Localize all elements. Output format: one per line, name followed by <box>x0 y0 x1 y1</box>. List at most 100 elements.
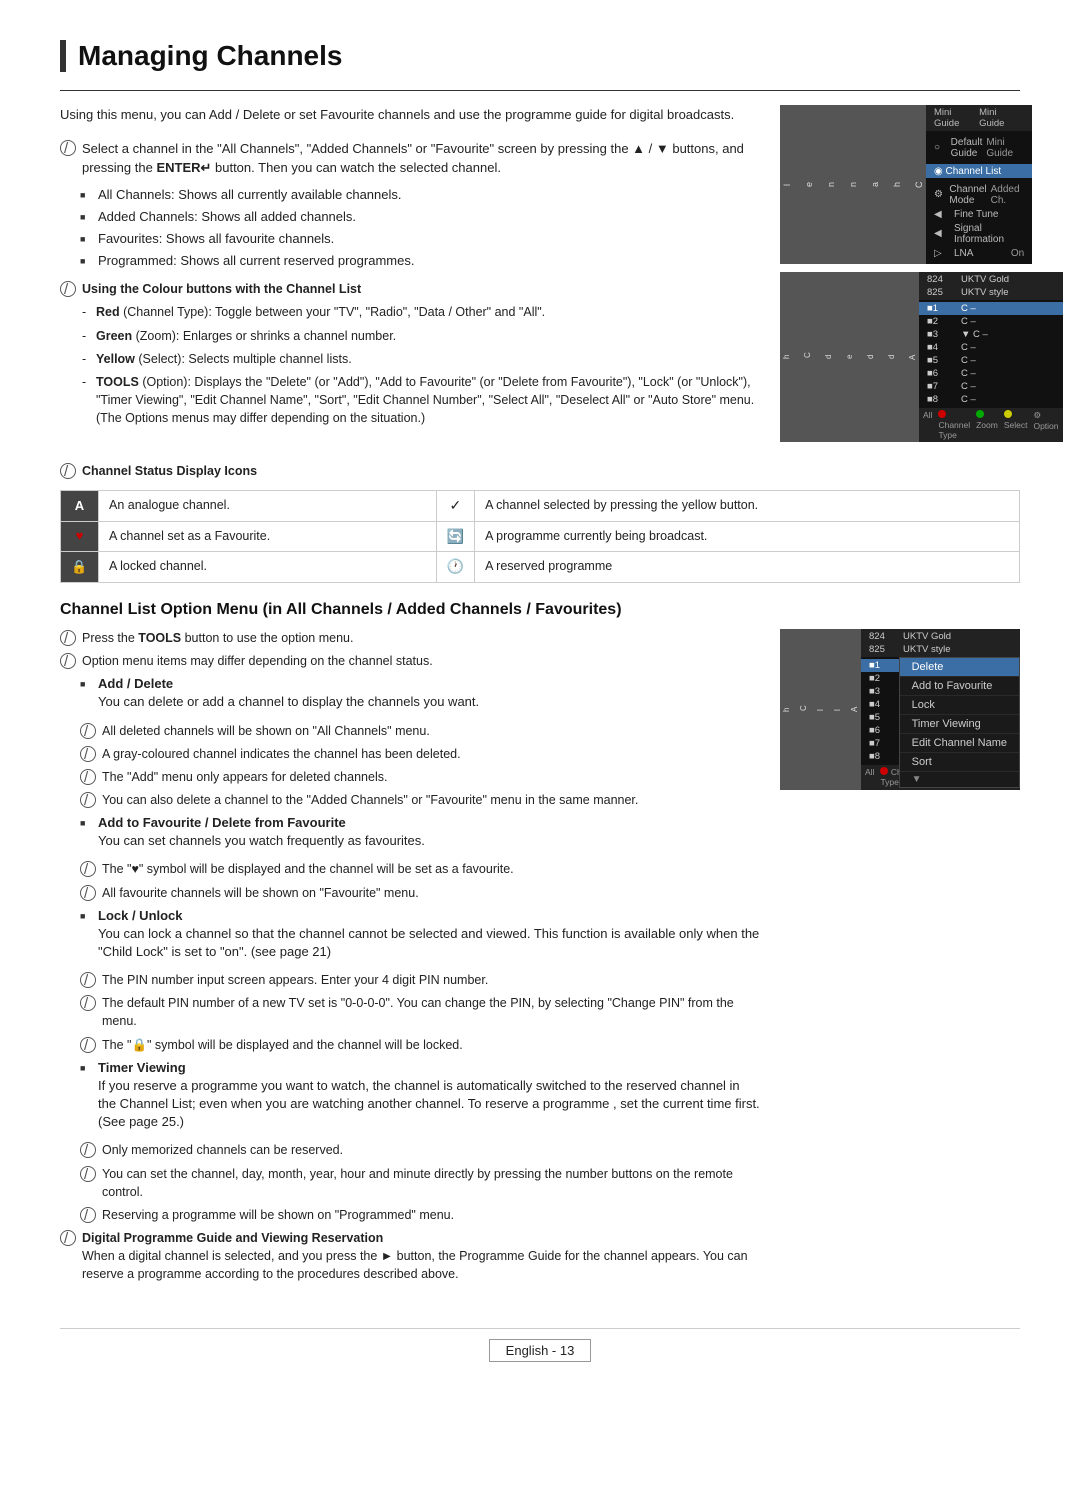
intro-paragraph: Using this menu, you can Add / Delete or… <box>60 105 760 125</box>
add-note-3: The "Add" menu only appears for deleted … <box>80 768 760 786</box>
add-note-icon-3 <box>80 769 96 785</box>
tv-main-1: Mini Guide Mini Guide ○ Default Guide Mi… <box>926 105 1032 264</box>
fav-notes: The "♥" symbol will be displayed and the… <box>80 860 760 901</box>
page-title: Managing Channels <box>78 40 1020 72</box>
lock-note-3: The "🔒" symbol will be displayed and the… <box>80 1036 760 1054</box>
lock-note-icon-3 <box>80 1037 96 1053</box>
tv-ch-top-824: 824 UKTV Gold <box>919 273 1063 286</box>
section2-heading: Channel List Option Menu (in All Channel… <box>60 601 1020 619</box>
footer-text: English - 13 <box>489 1339 592 1362</box>
status-row-2: ♥ A channel set as a Favourite. 🔄 A prog… <box>61 521 1020 552</box>
status-desc-a: An analogue channel. <box>99 491 437 522</box>
bottom-right-tv: All Ch 824 UKTV Gold 825 UKTV style <box>780 629 1020 1288</box>
bottom-left-content: Press the TOOLS button to use the option… <box>60 629 760 1288</box>
tv-row-guide: ○ Default Guide Mini Guide <box>926 135 1032 160</box>
colour-note-heading: Using the Colour buttons with the Channe… <box>82 282 361 296</box>
tv-row-signal: ◀ Signal Information <box>926 221 1032 246</box>
fav-list: Add to Favourite / Delete from Favourite… <box>80 814 760 850</box>
tv-ch-top-825: 825 UKTV style <box>919 286 1063 299</box>
tv-footer-1: All Channel Type Zoom Select ⚙ Option <box>919 408 1063 442</box>
tv-screen-1: C h a n n e l Mini Guide Mini Guide ○ De… <box>780 105 1020 264</box>
bullet-item-3: Favourites: Shows all favourite channels… <box>80 230 760 248</box>
section2-note-2: Option menu items may differ depending o… <box>60 652 760 670</box>
timer-note-3: Reserving a programme will be shown on "… <box>80 1206 760 1224</box>
icon-cell-heart: ♥ <box>61 521 99 552</box>
top-section: Using this menu, you can Add / Delete or… <box>60 105 1020 442</box>
add-delete-heading-item: Add / Delete You can delete or add a cha… <box>80 675 760 711</box>
add-note-icon-4 <box>80 792 96 808</box>
note-row-1: Select a channel in the "All Channels", … <box>60 139 760 178</box>
tv-tab2-all: All Ch <box>780 629 861 790</box>
bullet-list-main: All Channels: Shows all currently availa… <box>80 186 760 271</box>
add-delete-notes: All deleted channels will be shown on "A… <box>80 722 760 810</box>
tv-middle-rows: ⚙ Channel Mode Added Ch. ◀ Fine Tune ◀ S… <box>926 178 1032 264</box>
menu-item-edit-name[interactable]: Edit Channel Name <box>900 734 1019 753</box>
fav-heading-item: Add to Favourite / Delete from Favourite… <box>80 814 760 850</box>
icon-cell-tv: 🔄 <box>436 521 474 552</box>
tv-ch-row-1: ■1 C – <box>919 302 1063 315</box>
tv-top-chs-2: 824 UKTV Gold 825 UKTV style <box>861 629 1020 657</box>
tv-ch-row-6: ■6 C – <box>919 367 1063 380</box>
tv-ch2-top-825: 825 UKTV style <box>861 643 1020 656</box>
menu-item-sort[interactable]: Sort <box>900 753 1019 772</box>
page-title-block: Managing Channels <box>60 40 1020 72</box>
context-menu-more: ▼ <box>900 772 1019 787</box>
digital-note-row: Digital Programme Guide and Viewing Rese… <box>60 1229 760 1283</box>
colour-note-icon <box>60 281 76 297</box>
status-table: A An analogue channel. ✓ A channel selec… <box>60 490 1020 583</box>
status-heading: Channel Status Display Icons <box>82 462 257 480</box>
tv-ch-row-3: ■3 ▼ C – <box>919 328 1063 341</box>
tv-tab-added: Added Ch <box>780 272 919 442</box>
menu-item-timer[interactable]: Timer Viewing <box>900 715 1019 734</box>
colour-dash-list: Red (Channel Type): Toggle between your … <box>82 303 760 427</box>
bullet-item-2: Added Channels: Shows all added channels… <box>80 208 760 226</box>
status-desc-heart: A channel set as a Favourite. <box>99 521 437 552</box>
status-row-3: 🔒 A locked channel. 🕐 A reserved program… <box>61 552 1020 583</box>
add-note-2: A gray-coloured channel indicates the ch… <box>80 745 760 763</box>
bullet-item-1: All Channels: Shows all currently availa… <box>80 186 760 204</box>
digital-note-icon <box>60 1230 76 1246</box>
status-desc-check: A channel selected by pressing the yello… <box>475 491 1020 522</box>
tv-row-fine: ◀ Fine Tune <box>926 207 1032 221</box>
menu-item-fav[interactable]: Add to Favourite <box>900 677 1019 696</box>
channel-list-label: Channel List <box>946 166 1002 177</box>
icon-cell-lock: 🔒 <box>61 552 99 583</box>
menu-item-lock[interactable]: Lock <box>900 696 1019 715</box>
timer-note-icon-1 <box>80 1142 96 1158</box>
fav-note-2: All favourite channels will be shown on … <box>80 884 760 902</box>
tv-ch-row-4: ■4 C – <box>919 341 1063 354</box>
mini-guide-row: Mini Guide Mini Guide <box>926 105 1032 131</box>
tv-ch2-top-824: 824 UKTV Gold <box>861 630 1020 643</box>
tv-row-lna: ▷ LNA On <box>926 246 1032 260</box>
s2-note-icon-1 <box>60 630 76 646</box>
lock-heading-item: Lock / Unlock You can lock a channel so … <box>80 907 760 962</box>
icon-cell-check: ✓ <box>436 491 474 522</box>
status-desc-lock: A locked channel. <box>99 552 437 583</box>
lock-note-icon-1 <box>80 972 96 988</box>
icon-cell-a: A <box>61 491 99 522</box>
add-note-icon-1 <box>80 723 96 739</box>
lock-list: Lock / Unlock You can lock a channel so … <box>80 907 760 962</box>
status-desc-tv: A programme currently being broadcast. <box>475 521 1020 552</box>
fav-note-icon-1 <box>80 861 96 877</box>
tv-ch-list-2-wrapper: ■1 C – ■2 C – ■3 C – ■4 <box>861 657 1020 765</box>
add-note-1: All deleted channels will be shown on "A… <box>80 722 760 740</box>
context-menu: Delete Add to Favourite Lock Timer Viewi… <box>899 657 1020 788</box>
dash-red: Red (Channel Type): Toggle between your … <box>82 303 760 321</box>
tv-ch-main-1: 824 UKTV Gold 825 UKTV style ■1 C – <box>919 272 1063 442</box>
timer-note-icon-3 <box>80 1207 96 1223</box>
timer-note-2: You can set the channel, day, month, yea… <box>80 1165 760 1201</box>
fav-note-icon-2 <box>80 885 96 901</box>
dash-yellow: Yellow (Select): Selects multiple channe… <box>82 350 760 368</box>
s2-note-icon-2 <box>60 653 76 669</box>
tv-ch-row-8: ■8 C – <box>919 393 1063 406</box>
channel-list-row: ◉ Channel List <box>926 164 1032 178</box>
menu-item-delete[interactable]: Delete <box>900 658 1019 677</box>
add-note-4: You can also delete a channel to the "Ad… <box>80 791 760 809</box>
tv-top-chs: 824 UKTV Gold 825 UKTV style <box>919 272 1063 300</box>
status-note-icon <box>60 463 76 479</box>
add-note-icon-2 <box>80 746 96 762</box>
note-icon-1 <box>60 140 76 156</box>
tv-ch-row-5: ■5 C – <box>919 354 1063 367</box>
tv-top-rows-1: ○ Default Guide Mini Guide <box>926 131 1032 164</box>
